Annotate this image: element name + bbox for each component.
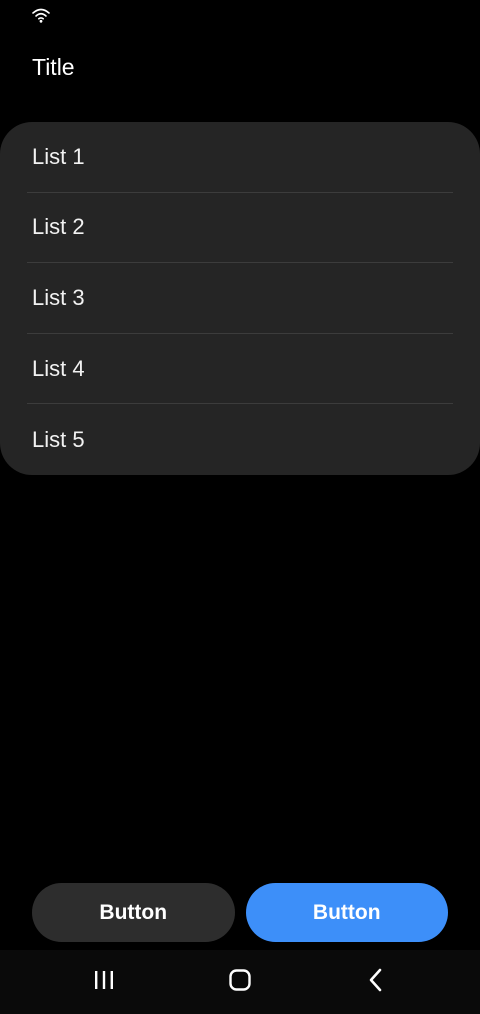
- screen: Title List 1 List 2 List 3 List 4 List 5…: [0, 0, 480, 1014]
- wifi-icon: [31, 6, 51, 24]
- list-item[interactable]: List 5: [27, 404, 453, 475]
- recents-button[interactable]: [64, 950, 144, 1014]
- list-item[interactable]: List 2: [27, 193, 453, 264]
- status-bar: [0, 0, 480, 30]
- list-item-label: List 4: [32, 355, 85, 381]
- bottom-button-bar: Button Button: [32, 883, 448, 942]
- back-button[interactable]: [336, 950, 416, 1014]
- home-button[interactable]: [200, 950, 280, 1014]
- navigation-bar: [0, 950, 480, 1014]
- list-item-label: List 2: [32, 214, 85, 240]
- home-icon: [228, 968, 252, 997]
- recents-icon: [92, 969, 116, 996]
- list-item-label: List 1: [32, 143, 85, 169]
- page-title: Title: [32, 54, 75, 80]
- primary-button[interactable]: Button: [245, 883, 448, 942]
- list-item[interactable]: List 3: [27, 263, 453, 334]
- list-item[interactable]: List 1: [27, 122, 453, 193]
- list-item-label: List 5: [32, 426, 85, 452]
- secondary-button[interactable]: Button: [32, 883, 235, 942]
- list-card: List 1 List 2 List 3 List 4 List 5: [0, 122, 480, 475]
- list-item[interactable]: List 4: [27, 334, 453, 405]
- list-item-label: List 3: [32, 284, 85, 310]
- back-icon: [366, 968, 386, 997]
